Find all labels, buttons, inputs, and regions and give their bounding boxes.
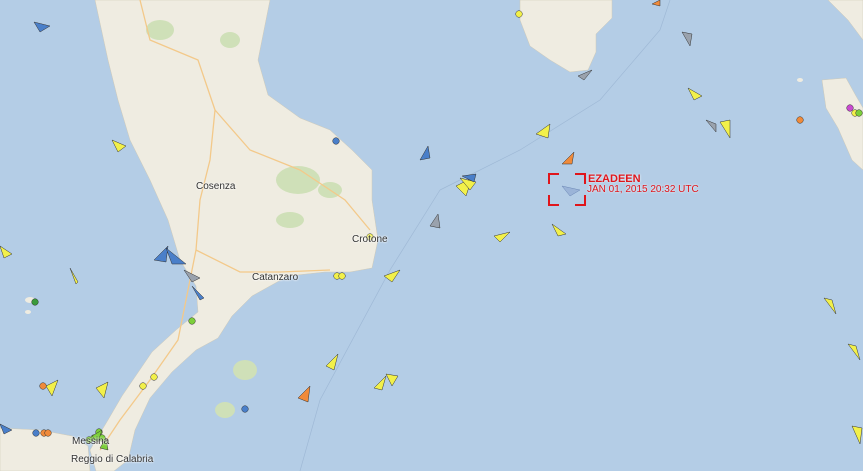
passenger-vessel-icon[interactable]: [33, 21, 51, 33]
cargo-vessel-icon[interactable]: [823, 297, 837, 315]
cargo-vessel-icon[interactable]: [719, 119, 731, 139]
cargo-vessel-icon[interactable]: [111, 139, 127, 153]
calabria-land: [89, 0, 379, 471]
vessel-dot[interactable]: [39, 382, 47, 390]
cargo-vessel-icon[interactable]: [385, 373, 399, 387]
unspecified-vessel-icon[interactable]: [705, 119, 717, 133]
vessel-dot[interactable]: [241, 405, 249, 413]
city-label-catanzaro: Catanzaro: [252, 272, 299, 283]
passenger-vessel-icon[interactable]: [419, 145, 431, 161]
cargo-vessel-icon[interactable]: [373, 375, 387, 391]
puglia-land: [519, 0, 613, 73]
tanker-vessel-icon[interactable]: [297, 385, 311, 403]
tanker-vessel-icon[interactable]: [651, 0, 661, 7]
unspecified-vessel-icon[interactable]: [429, 213, 441, 229]
vessel-dot[interactable]: [150, 373, 158, 381]
cargo-vessel-icon[interactable]: [325, 353, 339, 371]
cargo-vessel-icon[interactable]: [851, 425, 863, 445]
cargo-vessel-icon[interactable]: [383, 269, 401, 283]
vessel-dot[interactable]: [796, 116, 804, 124]
city-label-reggio-di-calabria: Reggio di Calabria: [71, 454, 154, 465]
city-label-crotone: Crotone: [352, 234, 388, 245]
vessel-dot[interactable]: [31, 298, 39, 306]
unspecified-vessel-icon[interactable]: [681, 31, 693, 47]
cargo-vessel-icon[interactable]: [0, 245, 13, 259]
cargo-vessel-icon[interactable]: [69, 267, 79, 285]
selected-vessel-timestamp: JAN 01, 2015 20:32 UTC: [587, 184, 699, 195]
vessel-dot[interactable]: [846, 104, 854, 112]
cargo-vessel-icon[interactable]: [45, 379, 59, 397]
selected-vessel-highlight[interactable]: [548, 173, 586, 206]
cargo-vessel-icon[interactable]: [687, 87, 703, 101]
vessel-dot[interactable]: [188, 317, 196, 325]
map-base[interactable]: [0, 0, 863, 471]
island: [25, 310, 31, 314]
cargo-vessel-icon[interactable]: [551, 223, 567, 237]
cargo-vessel-icon[interactable]: [493, 231, 511, 243]
vessel-dot[interactable]: [855, 109, 863, 117]
vessel-dot[interactable]: [332, 137, 340, 145]
vessel-dot[interactable]: [32, 429, 40, 437]
greece-land: [827, 0, 863, 41]
city-label-messina: Messina: [72, 436, 110, 447]
vessel-map[interactable]: Cosenza Catanzaro Crotone Messina Reggio…: [0, 0, 863, 471]
island: [797, 78, 803, 82]
vessel-dot[interactable]: [139, 382, 147, 390]
kefalonia-land: [821, 77, 863, 171]
vessel-dot[interactable]: [515, 10, 523, 18]
cargo-vessel-icon[interactable]: [535, 123, 551, 139]
city-label-cosenza: Cosenza: [196, 181, 236, 192]
tanker-vessel-icon[interactable]: [561, 151, 575, 165]
vessel-dot[interactable]: [44, 429, 52, 437]
unspecified-vessel-icon[interactable]: [577, 69, 593, 81]
cargo-vessel-icon[interactable]: [847, 343, 861, 361]
cargo-vessel-icon[interactable]: [95, 381, 109, 399]
vessel-dot[interactable]: [338, 272, 346, 280]
